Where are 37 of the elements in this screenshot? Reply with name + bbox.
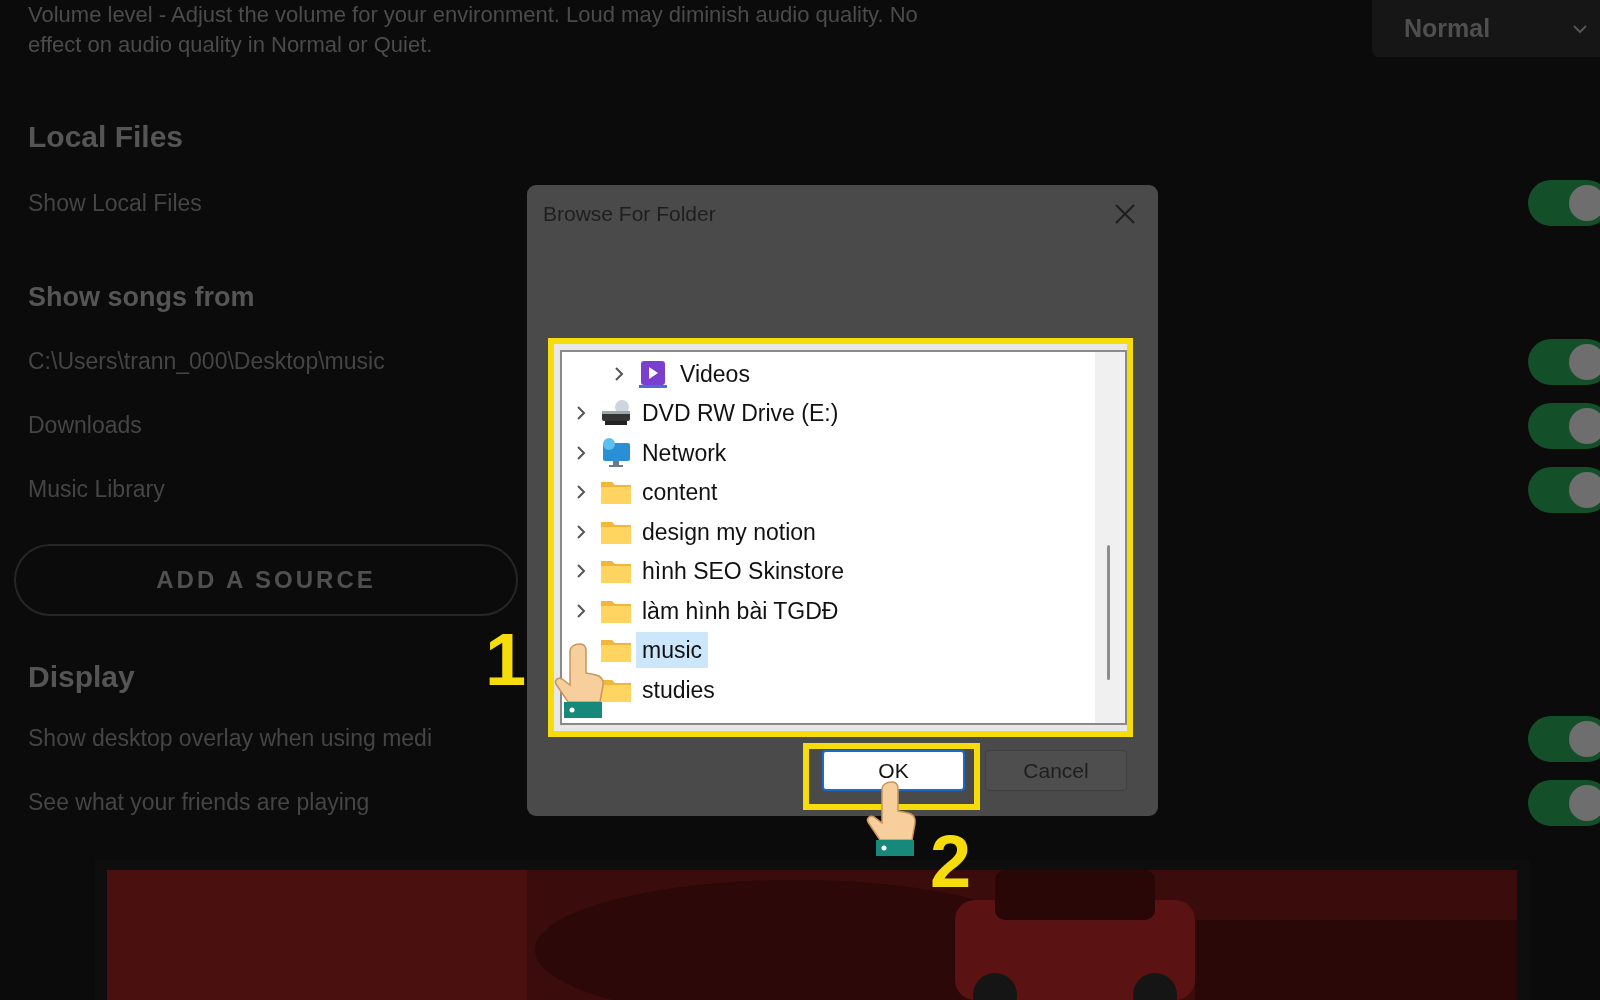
toggle-switch[interactable]	[1528, 338, 1600, 385]
tree-item[interactable]: content	[636, 474, 724, 511]
section-heading: Display	[28, 658, 135, 695]
chevron-down-icon	[1572, 23, 1588, 34]
toggle-switch[interactable]	[1528, 779, 1600, 826]
tree-item[interactable]: studies	[636, 671, 721, 708]
section-heading: Local Files	[28, 119, 184, 155]
toggle-switch[interactable]	[1528, 402, 1600, 449]
ok-button[interactable]: OK	[822, 750, 965, 791]
tree-item[interactable]: hình SEO Skinstore	[636, 553, 850, 590]
setting-label: Show Local Files	[28, 188, 202, 218]
tree-item[interactable]: làm hình bài TGDĐ	[636, 592, 845, 629]
setting-label: C:\Users\trann_000\Desktop\music	[28, 347, 385, 377]
chevron-right-icon[interactable]	[576, 444, 586, 461]
tree-item[interactable]: design my notion	[636, 513, 822, 550]
section-heading: Show songs from	[28, 281, 255, 314]
setting-label: Show desktop overlay when using medi	[28, 724, 432, 754]
chevron-right-icon[interactable]	[576, 523, 586, 540]
step-number: 2	[930, 825, 972, 899]
toggle-switch[interactable]	[1528, 715, 1600, 762]
chevron-right-icon[interactable]	[576, 563, 586, 580]
toggle-switch[interactable]	[1528, 466, 1600, 513]
tree-item[interactable]: music	[636, 632, 709, 669]
toggle-switch[interactable]	[1528, 180, 1600, 226]
volume-description: Volume level - Adjust the volume for your environment. Loud may diminish audio quality. No effect on audio quality in Normal or Quiet.	[28, 1, 919, 59]
chevron-right-icon[interactable]	[576, 405, 586, 422]
tree-item[interactable]: Videos	[674, 355, 756, 392]
setting-label: See what your friends are playing	[28, 788, 370, 818]
chevron-right-icon[interactable]	[614, 365, 624, 382]
setting-label: Music Library	[28, 475, 165, 505]
chevron-right-icon[interactable]	[576, 602, 586, 619]
chevron-right-icon[interactable]	[576, 484, 586, 501]
scrollbar[interactable]	[1095, 352, 1125, 723]
tree-item[interactable]: DVD RW Drive (E:)	[636, 395, 845, 432]
tree-item[interactable]: Network	[636, 434, 733, 471]
setting-label: Downloads	[28, 411, 142, 441]
step-number: 1	[485, 623, 527, 697]
